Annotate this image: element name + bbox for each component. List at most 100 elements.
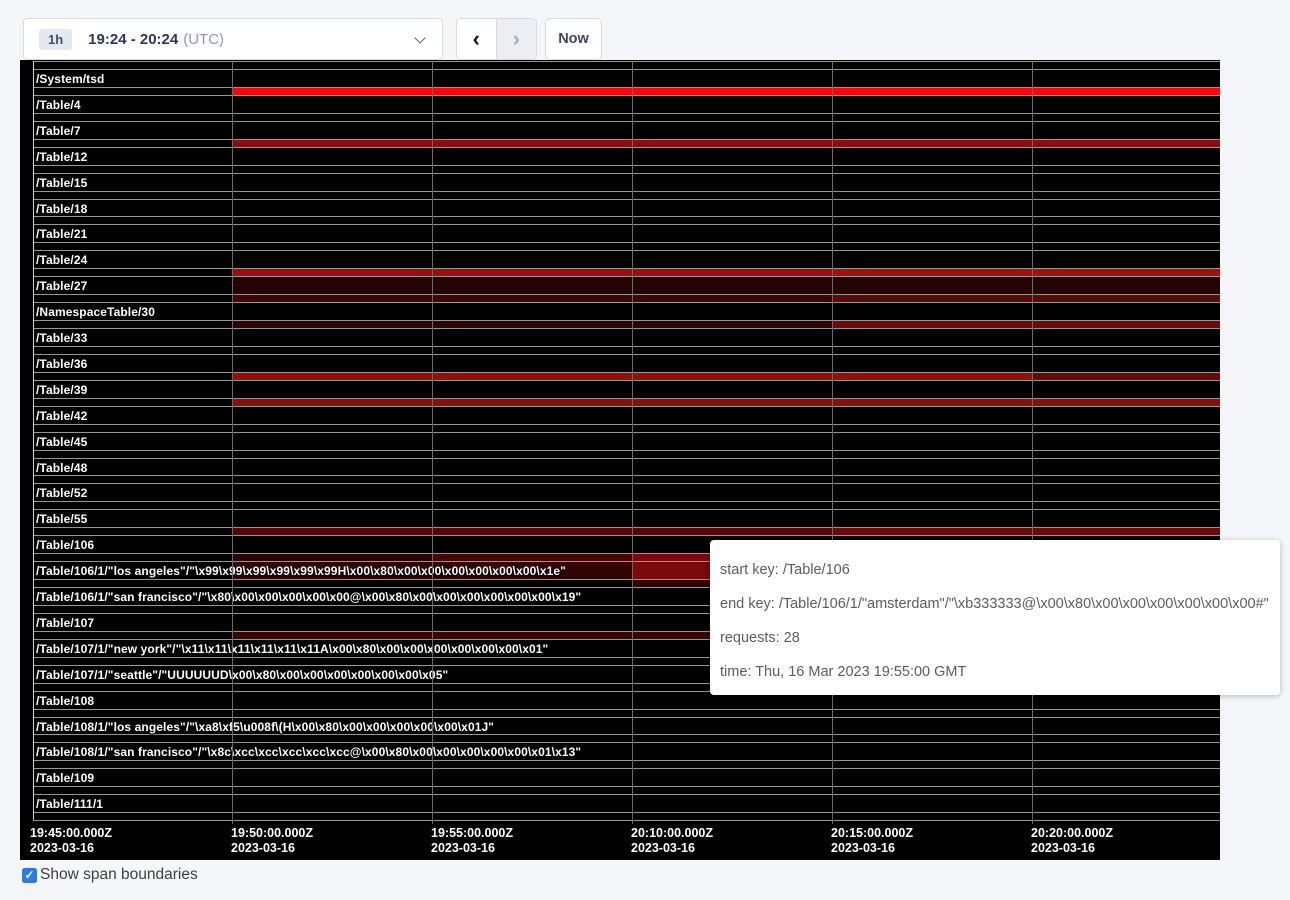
- span-label: /Table/52: [36, 486, 87, 500]
- span-boundary-line: [33, 216, 1220, 217]
- heat-band: [232, 528, 832, 535]
- prev-time-button[interactable]: ‹: [457, 19, 497, 59]
- time-nav-group: ‹ ›: [456, 18, 537, 60]
- heat-band: [832, 321, 1220, 328]
- span-boundary-line: [33, 199, 1220, 200]
- span-label: /Table/45: [36, 435, 87, 449]
- span-label: /Table/18: [36, 202, 87, 216]
- span-boundary-line: [33, 742, 1220, 743]
- span-boundary-line: [33, 354, 1220, 355]
- time-range-selector[interactable]: 1h 19:24 - 20:24 (UTC): [23, 18, 443, 60]
- span-boundary-line: [33, 786, 1220, 787]
- span-boundary-line: [33, 709, 1220, 710]
- span-boundary-line: [33, 812, 1220, 813]
- time-gridline: [232, 61, 233, 824]
- heat-band: [832, 528, 1220, 535]
- tooltip-time: time: Thu, 16 Mar 2023 19:55:00 GMT: [720, 655, 1270, 689]
- span-boundary-line: [33, 113, 1220, 114]
- duration-badge: 1h: [39, 29, 72, 50]
- span-boundary-line: [33, 509, 1220, 510]
- chevron-down-icon: [414, 32, 425, 43]
- span-boundary-line: [33, 346, 1220, 347]
- span-label: /Table/107/1/"seattle"/"UUUUUUD\x00\x80\…: [36, 668, 448, 682]
- span-label: /Table/107/1/"new york"/"\x11\x11\x11\x1…: [36, 642, 548, 656]
- span-label: /Table/106/1/"san francisco"/"\x80\x00\x…: [36, 590, 581, 604]
- time-gridline: [432, 61, 433, 824]
- span-boundary-line: [33, 820, 1220, 821]
- heat-band: [232, 321, 832, 328]
- span-boundary-line: [33, 250, 1220, 251]
- span-label: /System/tsd: [36, 72, 104, 86]
- span-label: /Table/111/1: [36, 797, 103, 811]
- heat-band: [232, 277, 1220, 294]
- span-boundary-line: [33, 121, 1220, 122]
- span-boundary-line: [33, 458, 1220, 459]
- span-label: /Table/36: [36, 357, 87, 371]
- heat-band: [232, 554, 432, 561]
- span-boundary-line: [33, 760, 1220, 761]
- timezone-label: (UTC): [183, 31, 224, 48]
- heat-band: [1032, 373, 1220, 380]
- key-visualizer-heatmap[interactable]: /System/tsd/Table/4/Table/7/Table/12/Tab…: [20, 60, 1220, 860]
- span-label: /Table/108/1/"san francisco"/"\x8c\xcc\x…: [36, 745, 581, 759]
- span-boundary-line: [33, 242, 1220, 243]
- next-time-button-disabled: ›: [497, 19, 537, 59]
- span-boundary-line: [33, 794, 1220, 795]
- span-boundary-line: [33, 501, 1220, 502]
- span-boundary-line: [33, 406, 1220, 407]
- span-boundary-line: [33, 61, 1220, 62]
- span-label: /Table/27: [36, 279, 87, 293]
- axis-time-label: 19:55:00.000Z: [431, 826, 513, 840]
- heat-band: [232, 140, 1220, 147]
- axis-date-label: 2023-03-16: [831, 841, 895, 855]
- span-boundary-line: [33, 424, 1220, 425]
- span-label: /Table/12: [36, 150, 87, 164]
- show-span-boundaries-checkbox[interactable]: ✓: [22, 868, 37, 883]
- span-boundary-line: [33, 95, 1220, 96]
- span-boundary-line: [33, 302, 1220, 303]
- span-label: /Table/108/1/"los angeles"/"\xa8\xf5\u00…: [36, 720, 494, 734]
- axis-date-label: 2023-03-16: [1031, 841, 1095, 855]
- span-boundary-line: [33, 450, 1220, 451]
- span-boundary-line: [33, 69, 1220, 70]
- axis-time-label: 20:20:00.000Z: [1031, 826, 1113, 840]
- axis-time-label: 20:10:00.000Z: [631, 826, 713, 840]
- span-boundary-line: [33, 483, 1220, 484]
- span-label: /Table/39: [36, 383, 87, 397]
- axis-date-label: 2023-03-16: [231, 841, 295, 855]
- heat-band: [232, 269, 832, 276]
- span-label: /Table/24: [36, 253, 87, 267]
- heat-band: [232, 399, 1220, 406]
- span-boundary-line: [33, 734, 1220, 735]
- axis-date-label: 2023-03-16: [431, 841, 495, 855]
- span-label: /Table/106/1/"los angeles"/"\x99\x99\x99…: [36, 564, 566, 578]
- heat-band: [432, 554, 632, 561]
- time-gridline: [632, 61, 633, 824]
- now-button[interactable]: Now: [545, 18, 602, 60]
- chevron-left-icon: ‹: [473, 28, 480, 50]
- span-label: /Table/55: [36, 512, 87, 526]
- keyspace-left-edge-line: [33, 61, 34, 820]
- span-boundary-line: [33, 535, 1220, 536]
- axis-date-label: 2023-03-16: [631, 841, 695, 855]
- span-boundary-line: [33, 191, 1220, 192]
- span-boundary-line: [33, 717, 1220, 718]
- span-label: /Table/42: [36, 409, 87, 423]
- span-boundary-line: [33, 380, 1220, 381]
- span-label: /Table/109: [36, 771, 94, 785]
- time-gridline: [1032, 61, 1033, 824]
- tooltip-end-key: end key: /Table/106/1/"amsterdam"/"\xb33…: [720, 587, 1270, 621]
- time-range-text: 19:24 - 20:24: [88, 31, 178, 48]
- span-label: /Table/48: [36, 461, 87, 475]
- span-boundary-line: [33, 147, 1220, 148]
- span-boundary-line: [33, 328, 1220, 329]
- span-label: /Table/106: [36, 538, 94, 552]
- heat-band: [832, 269, 1220, 276]
- axis-time-label: 19:45:00.000Z: [30, 826, 112, 840]
- span-boundary-line: [33, 475, 1220, 476]
- span-label: /NamespaceTable/30: [36, 305, 155, 319]
- tooltip-requests: requests: 28: [720, 621, 1270, 655]
- span-label: /Table/15: [36, 176, 87, 190]
- axis-time-label: 20:15:00.000Z: [831, 826, 913, 840]
- tooltip-start-key: start key: /Table/106: [720, 553, 1270, 587]
